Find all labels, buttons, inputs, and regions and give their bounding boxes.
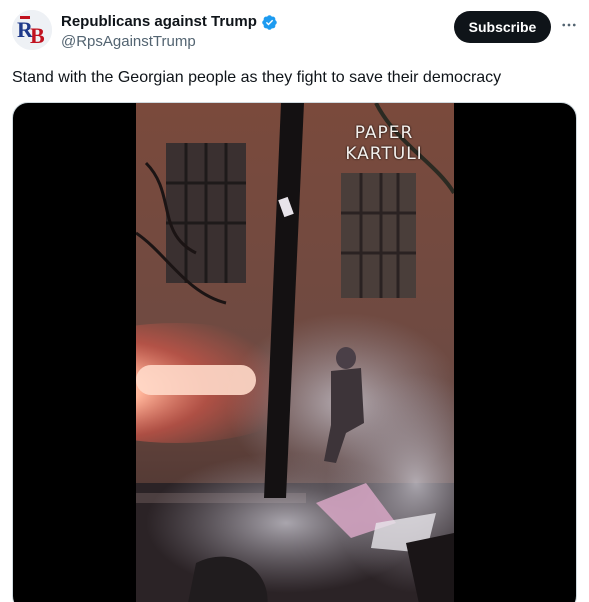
author-display-name[interactable]: Republicans against Trump: [61, 12, 257, 32]
more-options-icon[interactable]: [558, 14, 580, 36]
subscribe-button[interactable]: Subscribe: [454, 11, 551, 43]
tweet-header: R B Republicans against Trump @RpsAgains…: [0, 0, 589, 60]
watermark-line-2: KARTULI: [345, 144, 423, 164]
tweet-text: Stand with the Georgian people as they f…: [12, 69, 502, 86]
video-scene: [136, 103, 454, 602]
author-handle[interactable]: @RpsAgainstTrump: [61, 33, 196, 51]
video-watermark: PAPER KARTULI: [329, 123, 439, 165]
watermark-line-1: PAPER: [354, 123, 414, 143]
verified-badge-icon[interactable]: [261, 14, 278, 31]
tweet-media[interactable]: PAPER KARTULI: [12, 102, 577, 602]
author-avatar[interactable]: R B: [12, 10, 52, 50]
svg-text:B: B: [30, 23, 45, 48]
author-name-row: Republicans against Trump: [61, 12, 278, 32]
rb-logo-avatar-icon: R B: [12, 10, 52, 50]
video-frame[interactable]: PAPER KARTULI: [136, 103, 454, 602]
